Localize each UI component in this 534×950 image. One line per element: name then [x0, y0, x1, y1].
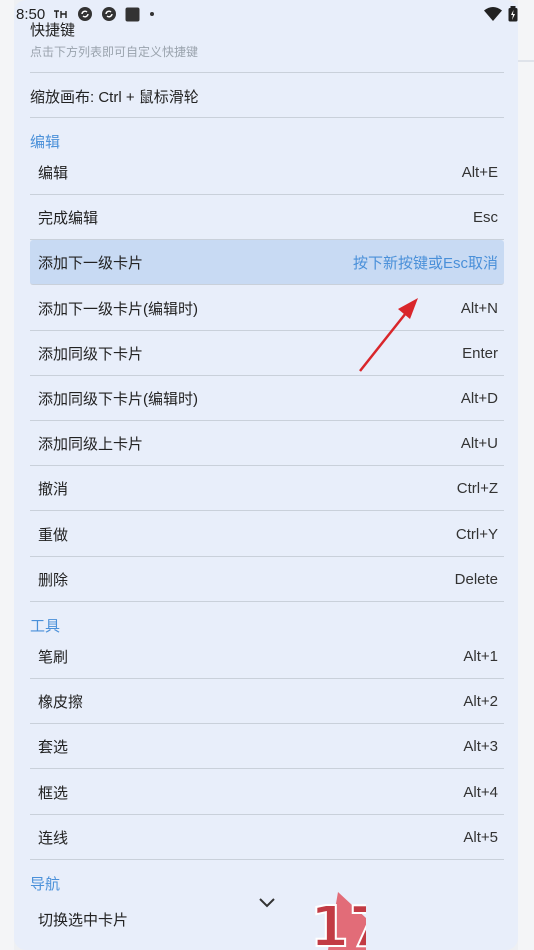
shortcut-row[interactable]: 添加同级下卡片 Enter: [30, 331, 504, 376]
shortcut-key: Esc: [472, 208, 498, 226]
shortcut-row[interactable]: 添加同级下卡片(编辑时) Alt+D: [30, 376, 504, 421]
shortcut-key: Alt+5: [463, 828, 498, 846]
shortcut-key: Ctrl+Y: [455, 525, 498, 543]
shortcut-key: Alt+E: [461, 163, 498, 181]
shortcut-label: 添加同级下卡片(编辑时): [38, 390, 198, 408]
watermark-logo: 17: [309, 892, 366, 950]
shortcut-label: 添加下一级卡片(编辑时): [38, 300, 198, 318]
dot-icon: [150, 12, 155, 16]
square-icon: [125, 7, 140, 21]
shortcut-row[interactable]: 添加同级上卡片 Alt+U: [30, 421, 504, 466]
shortcut-label: 框选: [38, 784, 69, 802]
shortcut-row[interactable]: 套选 Alt+3: [30, 724, 504, 769]
shortcut-row[interactable]: 编辑 Alt+E: [30, 150, 504, 195]
shortcut-label: 套选: [38, 738, 69, 756]
background-left: [0, 0, 14, 950]
shortcut-key-prompt: 按下新按键或Esc取消: [352, 254, 498, 272]
status-time: 8:50: [16, 5, 46, 23]
divider: [30, 72, 504, 73]
shortcut-row[interactable]: 重做 Ctrl+Y: [30, 512, 504, 557]
shortcut-label: 重做: [38, 526, 69, 544]
shortcut-key: Ctrl+Z: [456, 479, 498, 497]
zoom-hint: 缩放画布: Ctrl + 鼠标滑轮: [30, 89, 199, 106]
background-stripe: [518, 60, 534, 62]
wifi-icon: [484, 7, 502, 21]
shortcut-row[interactable]: 连线 Alt+5: [30, 815, 504, 860]
shortcut-label: 撤消: [38, 480, 69, 498]
sim-icon: [54, 10, 67, 18]
shortcut-label: 编辑: [38, 164, 69, 182]
battery-icon: [508, 6, 518, 22]
shortcut-label: 添加同级上卡片: [38, 435, 144, 453]
section-tools: 工具: [30, 618, 61, 635]
divider: [30, 117, 504, 118]
sync-icon-2: [102, 7, 117, 21]
shortcut-key: Alt+2: [463, 692, 498, 710]
shortcut-row[interactable]: 删除 Delete: [30, 557, 504, 602]
shortcut-label: 橡皮擦: [38, 693, 84, 711]
sync-icon: [78, 7, 93, 21]
status-right-icons: [484, 6, 518, 22]
status-bar: 8:50: [0, 0, 534, 28]
shortcut-key: Alt+D: [460, 389, 498, 407]
shortcut-row[interactable]: 橡皮擦 Alt+2: [30, 679, 504, 724]
shortcut-label: 删除: [38, 571, 69, 589]
watermark-text: 17: [310, 895, 366, 950]
shortcut-row[interactable]: 笔刷 Alt+1: [30, 634, 504, 679]
shortcut-key: Alt+U: [460, 434, 498, 452]
shortcut-label: 切换选中卡片: [38, 912, 129, 929]
shortcut-key: Enter: [462, 344, 498, 362]
shortcut-label: 连线: [38, 829, 69, 847]
shortcut-key: Alt+4: [463, 783, 498, 801]
shortcut-key: Delete: [454, 570, 498, 588]
shortcut-key: Alt+N: [460, 299, 498, 317]
shortcut-row[interactable]: 框选 Alt+4: [30, 770, 504, 815]
shortcut-key: Alt+3: [463, 737, 498, 755]
panel-subtitle: 点击下方列表即可自定义快捷键: [30, 45, 199, 59]
section-edit: 编辑: [30, 134, 61, 151]
status-icons: [53, 6, 156, 22]
shortcut-label: 笔刷: [38, 648, 69, 666]
shortcut-label: 完成编辑: [38, 209, 99, 227]
shortcuts-panel: 快捷键 点击下方列表即可自定义快捷键 缩放画布: Ctrl + 鼠标滑轮 编辑 …: [14, 0, 518, 950]
shortcut-label: 添加下一级卡片: [38, 254, 144, 272]
shortcut-key: Alt+1: [463, 647, 498, 665]
chevron-down-icon[interactable]: [258, 896, 276, 910]
shortcut-row[interactable]: 添加下一级卡片(编辑时) Alt+N: [30, 286, 504, 331]
shortcut-row-active[interactable]: 添加下一级卡片 按下新按键或Esc取消: [30, 240, 504, 285]
section-nav: 导航: [30, 876, 61, 893]
shortcut-row[interactable]: 完成编辑 Esc: [30, 195, 504, 240]
background-right: [518, 0, 534, 950]
shortcut-label: 添加同级下卡片: [38, 345, 144, 363]
shortcut-row[interactable]: 撤消 Ctrl+Z: [30, 466, 504, 511]
